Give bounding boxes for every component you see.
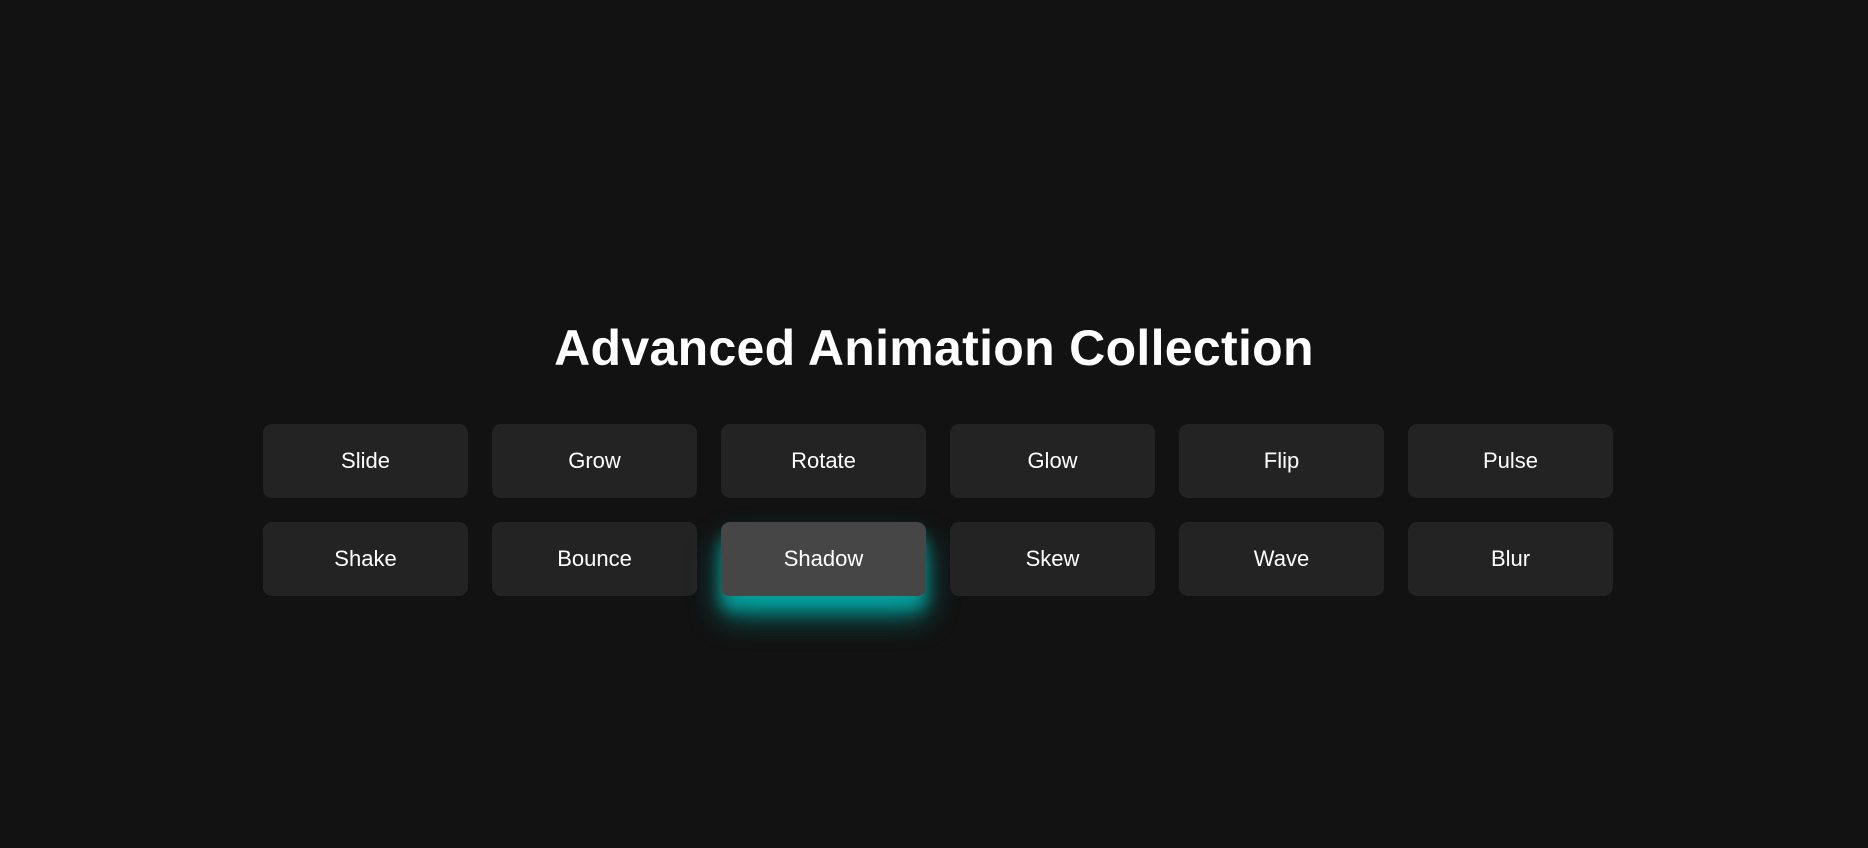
- page-title: Advanced Animation Collection: [554, 320, 1314, 376]
- shake-button[interactable]: Shake: [263, 522, 468, 596]
- skew-button[interactable]: Skew: [950, 522, 1155, 596]
- blur-button[interactable]: Blur: [1408, 522, 1613, 596]
- animation-button-grid: Slide Grow Rotate Glow Flip Pulse Shake …: [263, 424, 1613, 596]
- rotate-button[interactable]: Rotate: [721, 424, 926, 498]
- bounce-button[interactable]: Bounce: [492, 522, 697, 596]
- wave-button[interactable]: Wave: [1179, 522, 1384, 596]
- glow-button[interactable]: Glow: [950, 424, 1155, 498]
- grow-button[interactable]: Grow: [492, 424, 697, 498]
- slide-button[interactable]: Slide: [263, 424, 468, 498]
- flip-button[interactable]: Flip: [1179, 424, 1384, 498]
- shadow-button[interactable]: Shadow: [721, 522, 926, 596]
- pulse-button[interactable]: Pulse: [1408, 424, 1613, 498]
